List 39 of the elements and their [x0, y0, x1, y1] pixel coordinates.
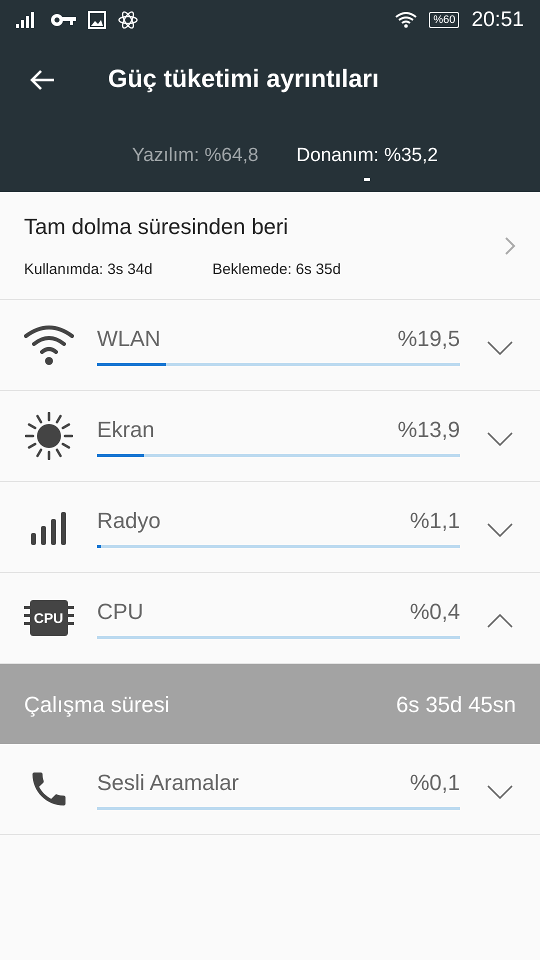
chevron-down-icon[interactable] — [487, 523, 513, 537]
usage-percent: %19,5 — [398, 325, 460, 353]
wifi-icon — [395, 12, 418, 28]
clock-text: 20:51 — [471, 7, 524, 34]
usage-name: CPU — [97, 598, 144, 626]
usage-percent: %0,4 — [410, 598, 460, 626]
standby-time: Beklemede: 6s 35d — [212, 260, 341, 280]
sun-icon — [24, 412, 72, 460]
usage-row[interactable]: WLAN %19,5 — [0, 300, 540, 391]
usage-row[interactable]: Ekran %13,9 — [0, 391, 540, 482]
tab[interactable]: Donanım: %35,2 — [296, 142, 438, 180]
usage-row[interactable]: Radyo %1,1 — [0, 482, 540, 573]
summary-title: Tam dolma süresinden beri — [24, 212, 290, 241]
usage-name: Radyo — [97, 507, 161, 535]
usage-name: WLAN — [97, 325, 161, 353]
usage-percent: %1,1 — [410, 507, 460, 535]
usage-name: Sesli Aramalar — [97, 769, 239, 797]
signal-bars-icon — [28, 509, 68, 545]
chevron-down-icon[interactable] — [487, 785, 513, 799]
tab[interactable]: Yazılım: %64,8 — [132, 142, 258, 180]
image-icon — [88, 11, 106, 29]
back-arrow-icon — [29, 69, 55, 91]
chevron-right-icon — [504, 236, 516, 256]
summary-row[interactable]: Tam dolma süresinden beri Kullanımda: 3s 34d Beklemede: 6s 35d — [0, 192, 540, 300]
chevron-up-icon[interactable] — [487, 614, 513, 628]
key-icon — [50, 13, 76, 27]
battery-indicator: %60 — [429, 12, 460, 28]
detail-value: 6s 35d 45sn — [396, 690, 516, 718]
chevron-down-icon[interactable] — [487, 432, 513, 446]
usage-percent: %0,1 — [410, 769, 460, 797]
chevron-down-icon[interactable] — [487, 341, 513, 355]
usage-row[interactable]: Sesli Aramalar %0,1 — [0, 744, 540, 835]
screen-title: Güç tüketimi ayrıntıları — [108, 64, 379, 96]
usage-name: Ekran — [97, 416, 154, 444]
atom-icon — [118, 10, 138, 30]
wifi-icon — [22, 325, 74, 365]
detail-label: Çalışma süresi — [24, 690, 170, 719]
usage-percent: %13,9 — [398, 416, 460, 444]
in-use-time: Kullanımda: 3s 34d — [24, 260, 152, 280]
